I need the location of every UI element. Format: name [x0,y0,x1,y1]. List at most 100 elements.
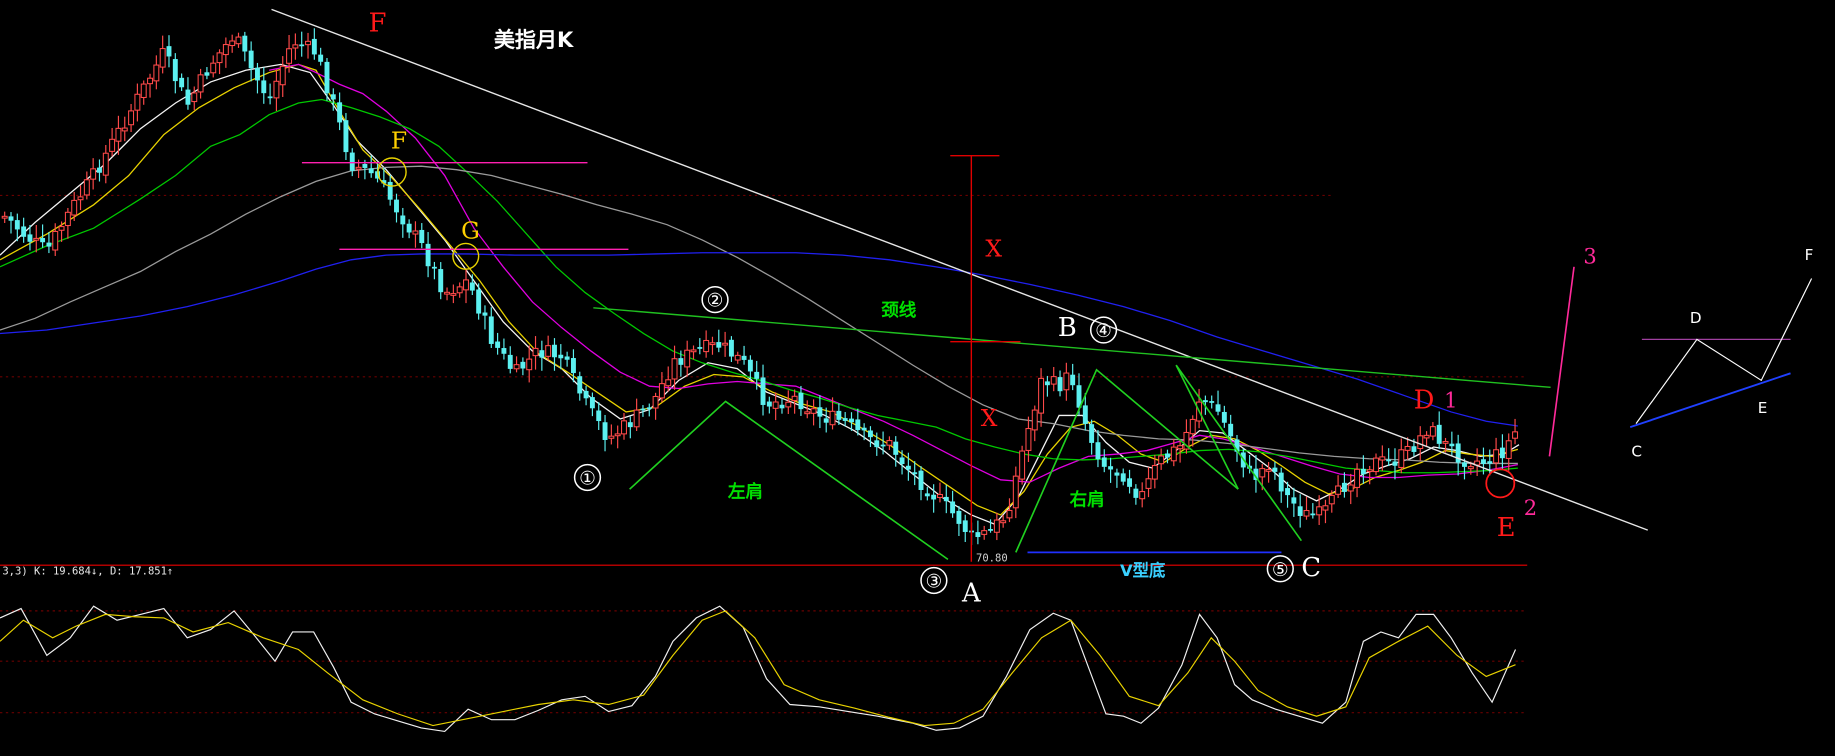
candle-body [507,354,513,369]
candle-body [349,152,355,171]
candle-body [1429,426,1436,437]
candle-body [1012,475,1019,509]
candle-body [829,410,836,426]
candle-body [772,401,779,409]
indicator-readout: 3,3) K: 19.684↓, D: 17.851↑ [2,566,173,578]
candle-body [27,234,33,242]
candle-body [596,410,602,422]
candle-body [134,93,141,111]
candle-body [1202,400,1208,403]
candle-body [444,291,451,295]
label-n2: ② [707,291,724,312]
candle-body [665,379,672,387]
candle-body [1436,424,1442,444]
candle-body [1259,468,1266,478]
candle-body [722,342,729,346]
candle-body [627,422,633,428]
candle-body [621,420,627,435]
candle-body [1291,497,1297,504]
candle-body [147,77,154,85]
label-n1: ① [579,468,596,489]
candle-body [33,237,40,241]
candle-body [886,440,893,446]
candle-body [1057,377,1063,392]
candle-body [1209,401,1215,403]
label-neckline: 颈线 [881,300,917,321]
candle-body [1044,381,1050,386]
annotation-lines [271,8,1813,562]
candle-body [993,519,1000,533]
label-p3: 3 [1583,243,1596,268]
candle-body [1373,457,1379,473]
label-p1: 1 [1444,387,1457,412]
candle-body [1019,450,1026,480]
candle-body [823,418,829,423]
candle-body [1158,455,1165,465]
candle-body [368,168,374,174]
candle-body [166,46,172,57]
candle-body [216,52,223,64]
candle-body [779,404,785,409]
candle-body [1265,469,1272,472]
candle-body [849,418,854,423]
candle-body [267,96,273,99]
candle-body [425,243,431,267]
candle-body [684,349,691,368]
candle-body [716,342,722,348]
candle-body [1070,374,1076,386]
candle-body [956,510,962,524]
label-n5: ⑤ [1272,560,1289,581]
candle-body [640,408,646,411]
candle-body [785,401,792,408]
candle-body [204,72,210,76]
candle-body [1151,464,1158,480]
label-C: C [1301,553,1321,583]
candle-body [1449,443,1455,447]
candle-body [299,44,305,47]
candle-body [1006,509,1013,519]
candle-body [1347,484,1354,492]
candle-body [255,67,260,81]
candle-body [355,166,362,170]
moving-averages [0,63,1520,526]
candle-body [950,501,956,514]
candle-body [513,364,520,370]
candle-body [1101,457,1107,467]
candle-body [836,410,842,420]
candle-body [1089,424,1095,443]
candle-body [46,242,52,247]
candle-body [419,229,425,244]
candle-body [1038,377,1045,414]
candle-body [463,279,469,291]
candle-body [577,376,583,394]
candle-body [804,411,811,415]
candle-body [179,77,185,88]
candle-body [40,238,46,243]
ma-line-green [0,98,1518,474]
candle-body [97,167,102,173]
candle-body [924,493,930,497]
label-right-shoulder: 右肩 [1069,490,1105,511]
candle-body [520,361,526,369]
candle-body [197,74,204,93]
candle-body [77,196,84,201]
candle-body [1114,472,1120,476]
circle-E [1485,468,1516,499]
candle-body [1139,491,1146,500]
candle-body [1462,462,1467,467]
inset-label-E: E [1758,399,1768,417]
candle-body [570,358,576,374]
candle-body [526,358,533,371]
candle-body [185,89,191,105]
label-n4: ④ [1095,321,1112,342]
candle-body [52,230,59,251]
candle-body [931,494,937,500]
ma-line-magenta [269,63,1518,483]
candle-body [1145,478,1152,489]
candle-body [292,44,299,49]
candle-body [1108,466,1114,470]
candle-body [248,50,254,69]
candle-body [1297,506,1303,516]
candle-body [658,383,665,399]
candle-body [318,54,324,62]
